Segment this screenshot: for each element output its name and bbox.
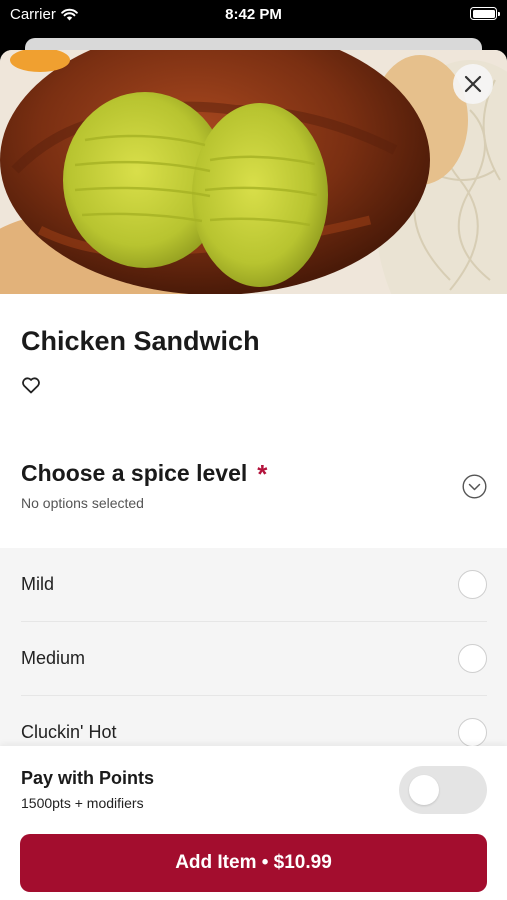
radio-button[interactable] bbox=[458, 644, 487, 673]
chevron-down-circle-icon[interactable] bbox=[462, 474, 487, 499]
item-photo bbox=[0, 50, 507, 294]
pay-with-points-toggle[interactable] bbox=[399, 766, 487, 814]
close-icon bbox=[464, 75, 482, 93]
add-item-button[interactable]: Add Item • $10.99 bbox=[20, 834, 487, 892]
checkout-footer: Pay with Points 1500pts + modifiers Add … bbox=[0, 746, 507, 900]
battery-icon bbox=[470, 7, 500, 20]
option-label: Mild bbox=[21, 574, 55, 594]
pay-with-points-subtitle: 1500pts + modifiers bbox=[21, 795, 144, 811]
option-label: Cluckin' Hot bbox=[21, 722, 117, 742]
toggle-knob bbox=[409, 775, 439, 805]
item-title: Chicken Sandwich bbox=[21, 326, 260, 356]
spice-section-header[interactable]: Choose a spice level * No options select… bbox=[21, 460, 487, 511]
spice-section-title: Choose a spice level bbox=[21, 460, 248, 486]
radio-button[interactable] bbox=[458, 718, 487, 747]
close-button[interactable] bbox=[453, 64, 493, 104]
required-marker: * bbox=[257, 458, 268, 489]
spice-section-title-row: Choose a spice level * bbox=[21, 460, 487, 487]
pay-with-points-title: Pay with Points bbox=[21, 768, 155, 788]
item-sheet: Chicken Sandwich Choose a spice level * … bbox=[0, 50, 507, 900]
radio-button[interactable] bbox=[458, 570, 487, 599]
spice-section-subtitle: No options selected bbox=[21, 495, 144, 511]
option-mild[interactable]: Mild bbox=[21, 548, 487, 622]
option-medium[interactable]: Medium bbox=[21, 622, 487, 696]
status-time: 8:42 PM bbox=[225, 6, 282, 23]
option-label: Medium bbox=[21, 648, 86, 668]
favorite-heart-icon[interactable] bbox=[21, 376, 41, 394]
status-bar: Carrier 8:42 PM bbox=[0, 0, 507, 30]
